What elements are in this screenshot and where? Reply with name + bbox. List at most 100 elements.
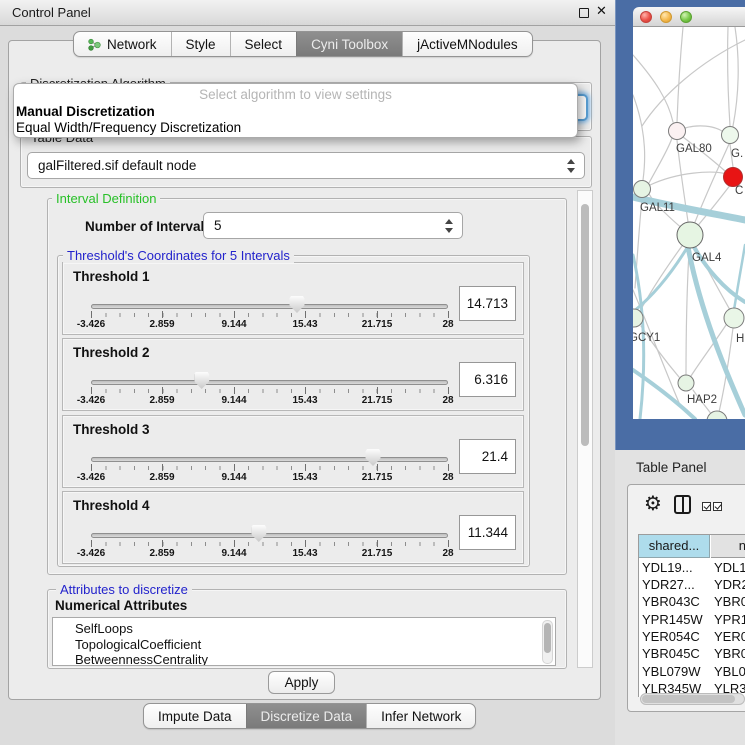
- threshold-4-slider-track[interactable]: [91, 533, 448, 538]
- number-of-intervals-value: 5: [214, 218, 222, 233]
- gear-icon[interactable]: ⚙: [644, 491, 662, 515]
- tick-label: 21.715: [362, 472, 393, 483]
- threshold-1-slider-track[interactable]: [91, 304, 448, 309]
- tab-discretize-data[interactable]: Discretize Data: [246, 704, 367, 728]
- tick-label: 9.144: [221, 395, 246, 406]
- node-hap2[interactable]: [678, 375, 694, 391]
- numerical-attributes-label: Numerical Attributes: [55, 598, 187, 613]
- column-header-shared-name[interactable]: shared...: [639, 535, 710, 558]
- node-table: shared... na YDL19...YDL1 YDR27...YDR2 Y…: [638, 534, 745, 697]
- threshold-3-slider-thumb[interactable]: [366, 449, 381, 466]
- node-gal11[interactable]: [634, 181, 651, 198]
- threshold-2-slider-thumb[interactable]: [194, 372, 209, 389]
- list-item[interactable]: SelfLoops: [53, 618, 555, 637]
- tick-label: 2.859: [149, 548, 174, 559]
- settings-scrollbar[interactable]: [577, 190, 593, 668]
- algorithm-dropdown-popup: Select algorithm to view settings Manual…: [13, 83, 578, 138]
- tick-label: 28: [442, 472, 453, 483]
- threshold-1-value-field[interactable]: 14.713: [459, 286, 516, 321]
- threshold-4-value-field[interactable]: 11.344: [459, 515, 516, 550]
- tab-jactivemnodules[interactable]: jActiveMNodules: [402, 32, 532, 56]
- numerical-attributes-list[interactable]: SelfLoops TopologicalCoefficient Between…: [52, 617, 556, 666]
- table-row[interactable]: YPR145WYPR1: [639, 611, 745, 628]
- threshold-2-slider-track[interactable]: [91, 380, 448, 385]
- mac-zoom-icon[interactable]: [680, 11, 692, 23]
- node-label-c: C: [735, 185, 743, 197]
- table-row[interactable]: YDR27...YDR2: [639, 576, 745, 593]
- list-item[interactable]: BetweennessCentrality: [53, 652, 555, 666]
- node-g[interactable]: [722, 127, 739, 144]
- tab-style[interactable]: Style: [171, 32, 230, 56]
- tab-jactive-label: jActiveMNodules: [417, 37, 518, 52]
- table-row[interactable]: YBR045CYBR0: [639, 645, 745, 662]
- float-window-icon[interactable]: [579, 8, 589, 18]
- threshold-2-value-field[interactable]: 6.316: [459, 362, 516, 397]
- tab-network[interactable]: Network: [74, 32, 171, 56]
- tick-label: -3.426: [77, 395, 105, 406]
- table-header-row: shared... na: [639, 535, 745, 558]
- list-item[interactable]: TopologicalCoefficient: [53, 637, 555, 653]
- table-row[interactable]: YBL079WYBL0: [639, 663, 745, 680]
- tick-label: 15.43: [292, 395, 317, 406]
- tick-label: 15.43: [292, 548, 317, 559]
- threshold-4-label: Threshold 4: [73, 498, 150, 513]
- tab-infer-network[interactable]: Infer Network: [366, 704, 475, 728]
- table-row[interactable]: YDL19...YDL1: [639, 559, 745, 576]
- tab-impute-data[interactable]: Impute Data: [144, 704, 246, 728]
- tick-label: 28: [442, 319, 453, 330]
- number-of-intervals-combo[interactable]: 5: [203, 212, 463, 239]
- mac-minimize-icon[interactable]: [660, 11, 672, 23]
- popup-option-manual[interactable]: Manual Discretization: [16, 104, 155, 119]
- popup-option-equal-width[interactable]: Equal Width/Frequency Discretization: [16, 120, 241, 135]
- node-gal4[interactable]: [677, 222, 703, 248]
- node-label-gcy1: GCY1: [633, 332, 660, 344]
- node-label-gal80: GAL80: [676, 143, 712, 155]
- table-data-combo-value: galFiltered.sif default node: [38, 158, 196, 173]
- scrollbar-thumb[interactable]: [642, 695, 735, 703]
- table-horizontal-scrollbar[interactable]: [640, 693, 745, 705]
- thresholds-group-label: Threshold's Coordinates for 5 Intervals: [63, 248, 294, 263]
- control-panel-titlebar: Control Panel ✕: [0, 0, 615, 26]
- tick-label: 2.859: [149, 395, 174, 406]
- right-region: GAL80 G. C GAL11 GAL4 GCY1 H HAP2 Table …: [615, 0, 745, 745]
- tick-marks: [91, 466, 449, 470]
- tick-label: -3.426: [77, 319, 105, 330]
- columns-icon[interactable]: [674, 495, 691, 514]
- threshold-4-slider-thumb[interactable]: [251, 525, 266, 542]
- threshold-1-slider-thumb[interactable]: [289, 296, 304, 313]
- tab-network-label: Network: [107, 37, 157, 52]
- attributes-scrollbar[interactable]: [542, 620, 553, 664]
- checkbox-icon[interactable]: [713, 502, 722, 511]
- table-row[interactable]: YER054CYER0: [639, 628, 745, 645]
- scrollbar-thumb[interactable]: [581, 204, 589, 446]
- tab-impute-label: Impute Data: [158, 709, 232, 724]
- table-panel-title: Table Panel: [636, 460, 707, 475]
- node-gal80[interactable]: [669, 123, 686, 140]
- node-red-selected[interactable]: [724, 168, 743, 187]
- combo-stepper-icon: [445, 218, 454, 234]
- tab-select[interactable]: Select: [230, 32, 297, 56]
- network-window-titlebar[interactable]: [633, 7, 745, 27]
- node-label-gal11: GAL11: [640, 202, 675, 214]
- tab-discretize-label: Discretize Data: [261, 709, 353, 724]
- checkbox-icon[interactable]: [702, 502, 711, 511]
- node-h[interactable]: [724, 308, 744, 328]
- tab-infer-label: Infer Network: [381, 709, 461, 724]
- mac-close-icon[interactable]: [640, 11, 652, 23]
- threshold-3-value-field[interactable]: 21.4: [459, 439, 516, 474]
- close-icon[interactable]: ✕: [596, 4, 607, 19]
- interval-definition-label: Interval Definition: [52, 191, 160, 206]
- network-view-canvas[interactable]: GAL80 G. C GAL11 GAL4 GCY1 H HAP2: [633, 27, 745, 419]
- combo-stepper-icon: [567, 158, 576, 174]
- tick-label: -3.426: [77, 472, 105, 483]
- threshold-3-slider-track[interactable]: [91, 457, 448, 462]
- table-data-combo[interactable]: galFiltered.sif default node: [27, 152, 585, 179]
- panel-title: Control Panel: [12, 5, 91, 20]
- tab-cyni-toolbox[interactable]: Cyni Toolbox: [296, 32, 402, 56]
- tick-label: 21.715: [362, 395, 393, 406]
- table-row[interactable]: YBR043CYBR0: [639, 593, 745, 610]
- apply-button[interactable]: Apply: [268, 671, 335, 694]
- threshold-1-label: Threshold 1: [73, 269, 150, 284]
- tick-label: 2.859: [149, 319, 174, 330]
- column-header-name[interactable]: na: [711, 535, 745, 558]
